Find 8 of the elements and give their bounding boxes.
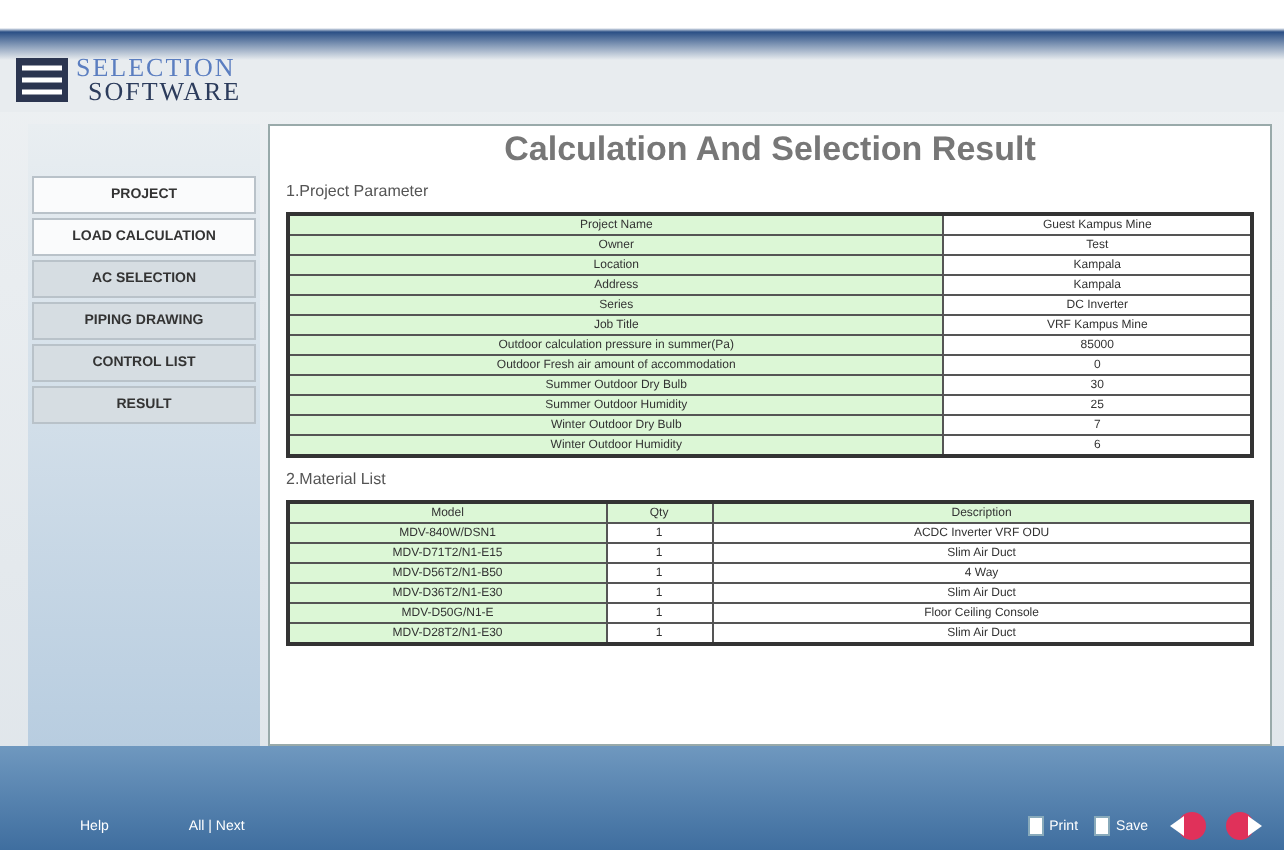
section-heading: 2.Material List (286, 470, 388, 488)
document-icon (1027, 816, 1044, 836)
logo-text: SOFTWARE (88, 80, 242, 104)
section-heading: 1.Project Parameter (286, 182, 431, 200)
page-title: Calculation And Selection Result (502, 130, 1038, 170)
logo-text: SELECTION (76, 56, 238, 80)
logo-icon (16, 58, 68, 102)
document-icon (1094, 816, 1111, 836)
